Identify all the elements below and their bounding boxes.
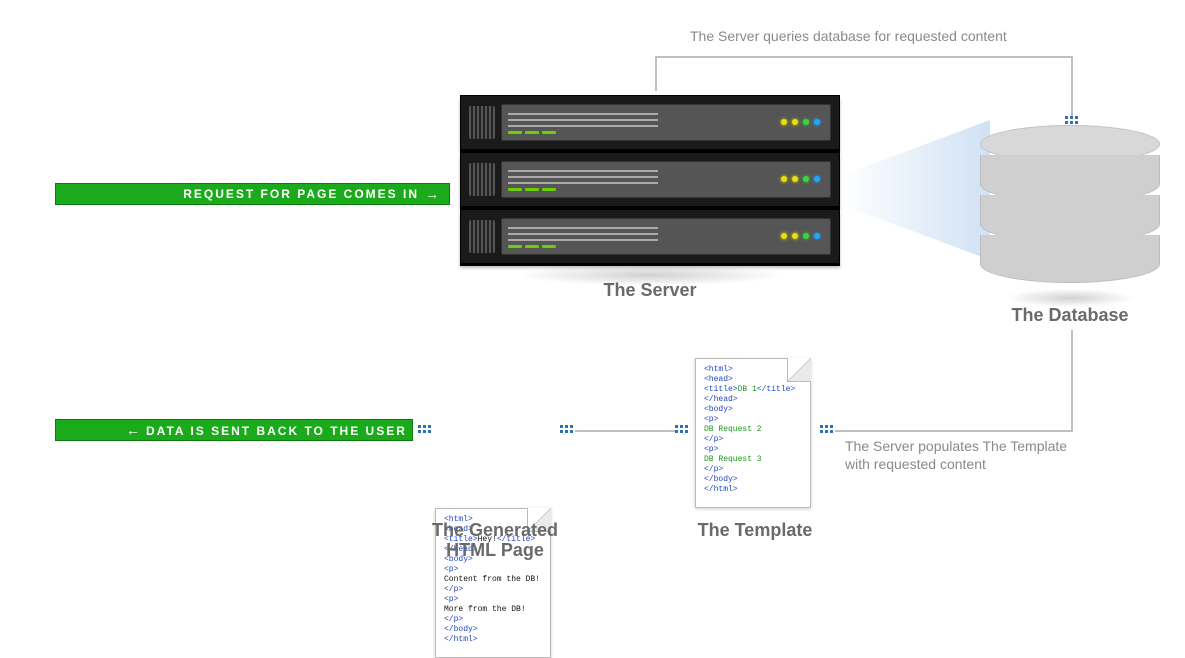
server-db-cone: [840, 120, 990, 260]
connector-dots-template: [820, 425, 834, 435]
connector-dots-gen-l: [560, 425, 574, 435]
request-in-banner: REQUEST FOR PAGE COMES IN: [55, 183, 450, 205]
query-note: The Server queries database for requeste…: [690, 28, 1007, 44]
wire-tpl-gen: [575, 430, 675, 432]
wire-db-down: [1071, 330, 1073, 430]
connector-dots-out: [418, 425, 432, 435]
populate-note-2: with requested content: [845, 456, 986, 472]
database-caption: The Database: [980, 305, 1160, 326]
database-cylinder: [980, 125, 1160, 283]
server-unit-2: [460, 152, 840, 207]
page-fold-icon: [787, 358, 811, 382]
template-caption: The Template: [690, 520, 820, 541]
server-caption: The Server: [575, 280, 725, 301]
wire-top-v-right: [1071, 56, 1073, 116]
generated-caption-1: The Generated: [420, 520, 570, 541]
wire-top-v-left: [655, 56, 657, 91]
populate-note-1: The Server populates The Template: [845, 438, 1067, 454]
generated-caption-2: HTML Page: [420, 540, 570, 561]
wire-db-left: [835, 430, 1073, 432]
connector-dots-gen-r: [675, 425, 689, 435]
template-file: <html> <head> <title>DB 1</title> </head…: [695, 358, 811, 508]
wire-top-h: [655, 56, 1073, 58]
server-unit-3: [460, 209, 840, 264]
data-out-label: DATA IS SENT BACK TO THE USER: [126, 420, 407, 441]
server-unit-1: [460, 95, 840, 150]
server-stack: [460, 95, 840, 266]
data-out-banner: DATA IS SENT BACK TO THE USER: [55, 419, 413, 441]
request-in-label: REQUEST FOR PAGE COMES IN: [183, 184, 419, 204]
